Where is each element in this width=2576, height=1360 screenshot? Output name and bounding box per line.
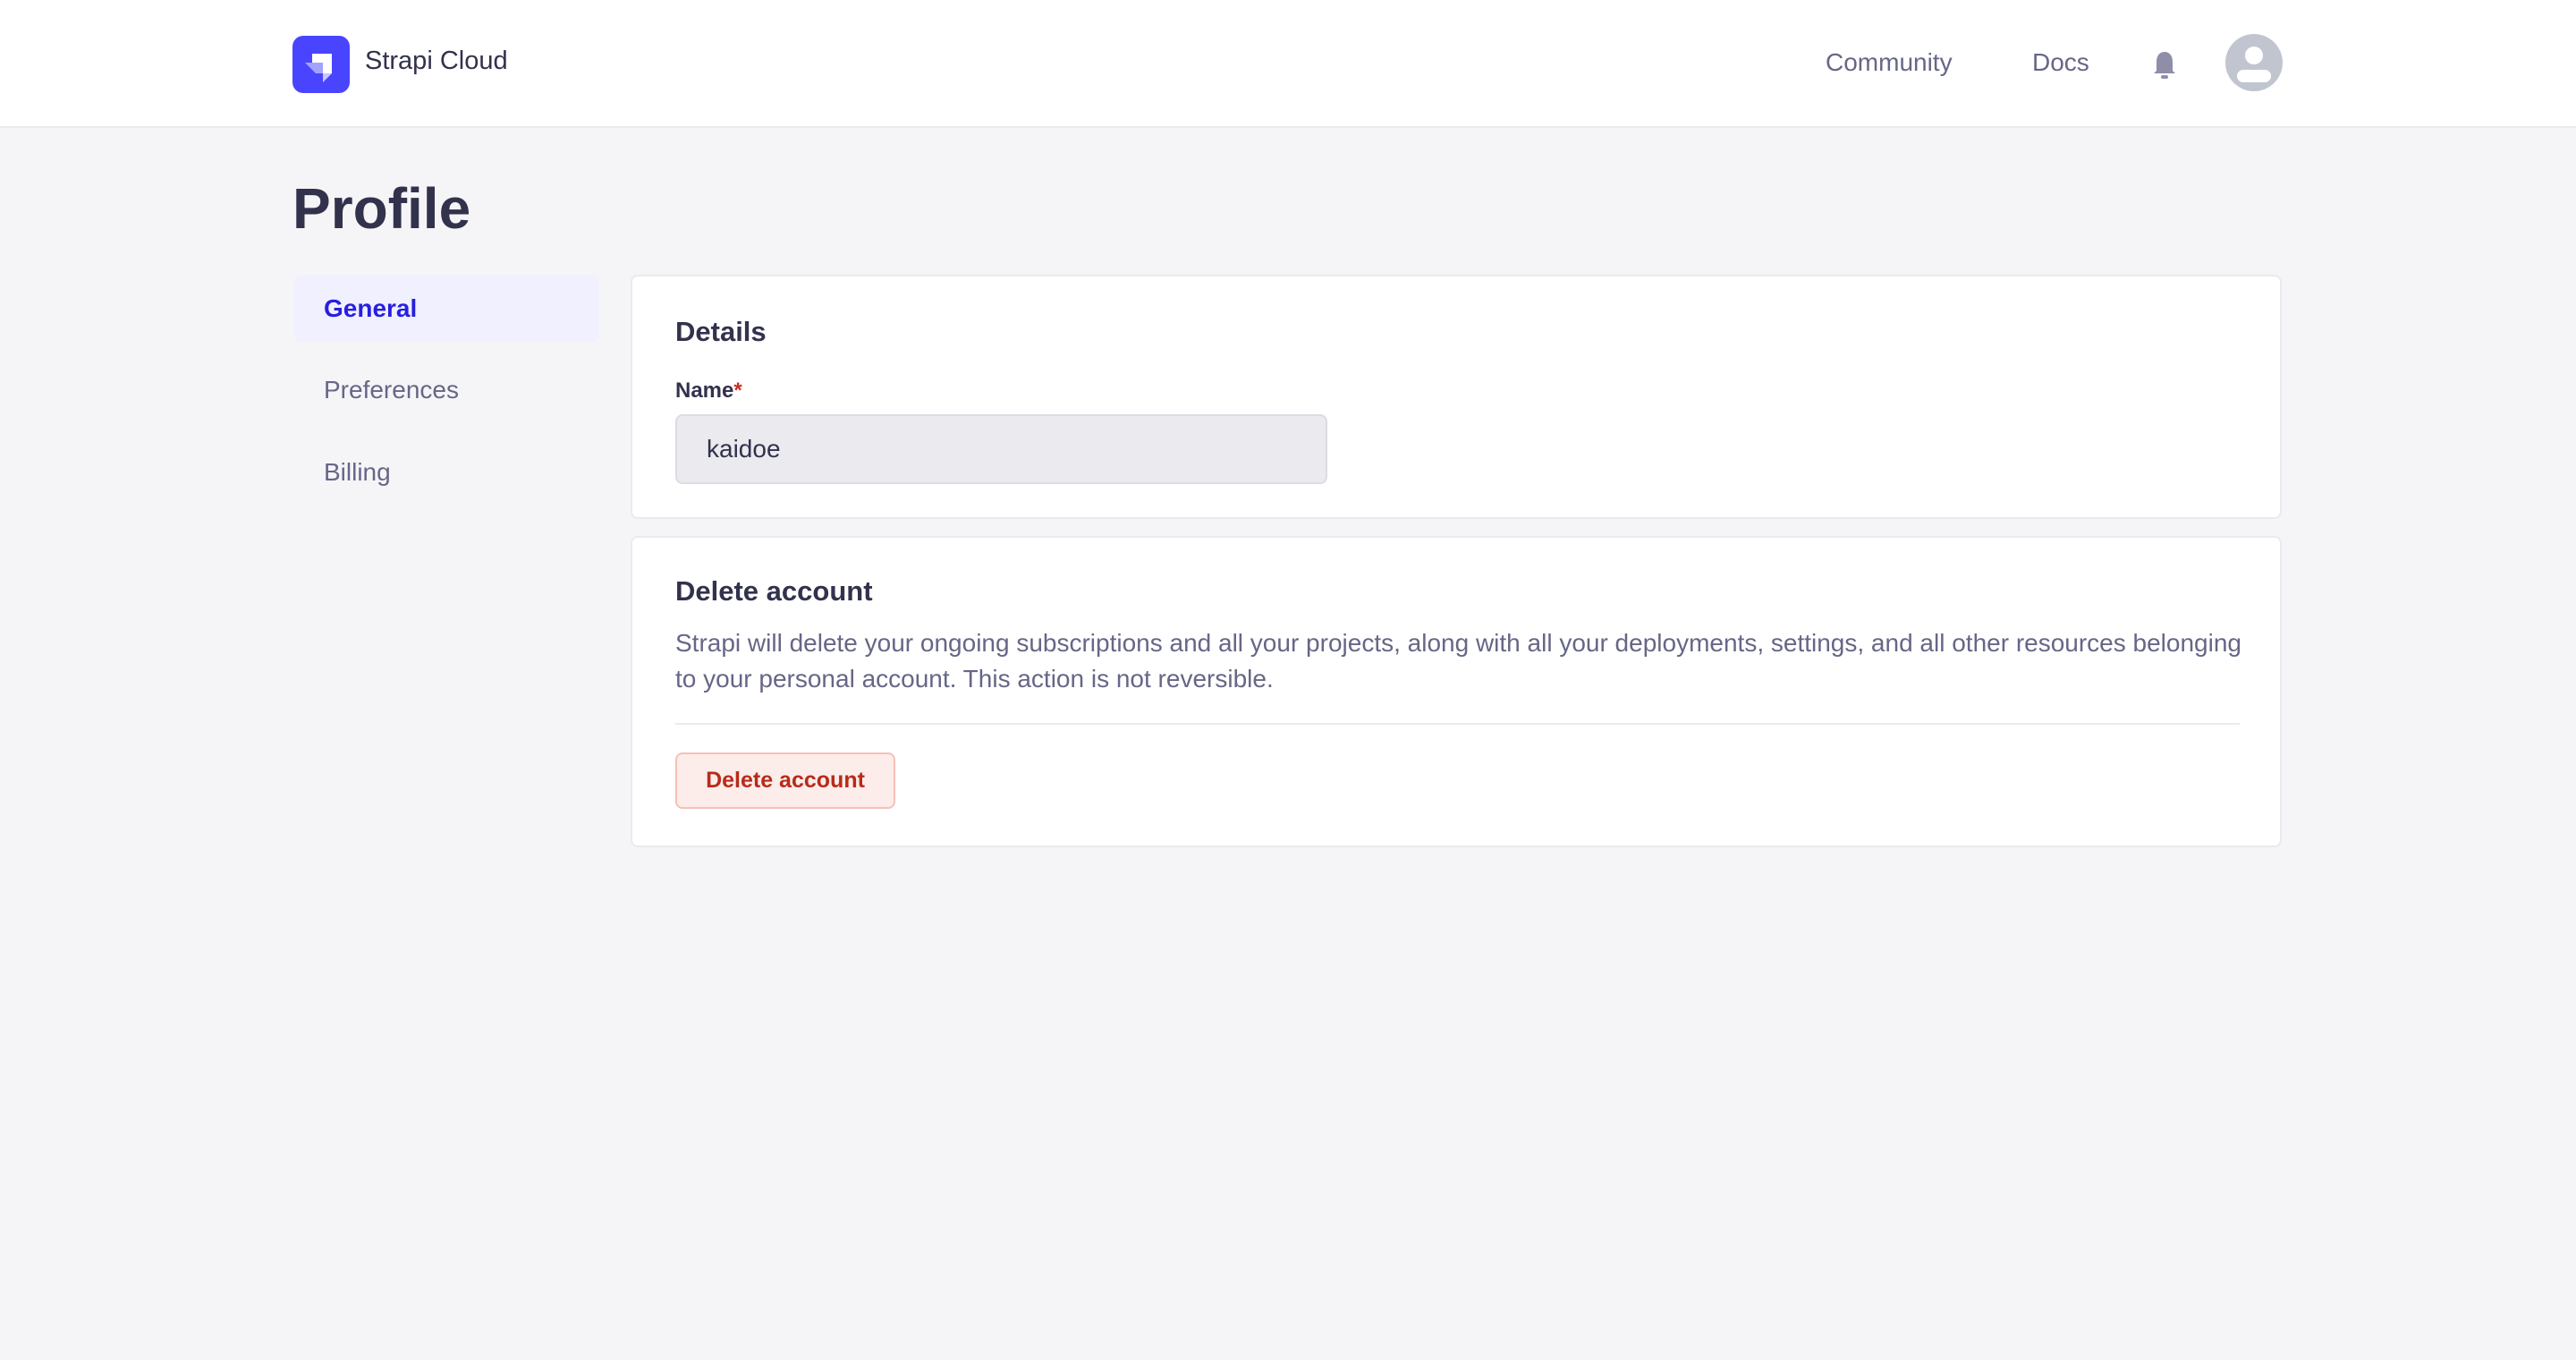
name-label: Name* — [675, 378, 742, 404]
bell-icon[interactable] — [2151, 50, 2178, 81]
delete-account-description: Strapi will delete your ongoing subscrip… — [675, 629, 2241, 693]
delete-account-button[interactable]: Delete account — [675, 752, 895, 809]
brand-name[interactable]: Strapi Cloud — [365, 47, 508, 76]
divider — [675, 723, 2240, 725]
community-link[interactable]: Community — [1826, 48, 1953, 77]
user-avatar[interactable] — [2225, 34, 2283, 91]
strapi-logo[interactable] — [292, 36, 350, 93]
sidebar-item-general[interactable]: General — [294, 275, 599, 342]
sidebar-item-preferences[interactable]: Preferences — [294, 356, 599, 423]
top-header: Strapi Cloud Community Docs — [0, 0, 2576, 128]
name-label-text: Name — [675, 378, 734, 403]
details-heading: Details — [675, 316, 767, 347]
page-title: Profile — [292, 176, 471, 241]
required-mark: * — [733, 378, 742, 403]
docs-link[interactable]: Docs — [2032, 48, 2089, 77]
delete-account-card: Delete account Strapi will delete your o… — [631, 536, 2282, 847]
delete-account-heading: Delete account — [675, 575, 873, 607]
sidebar-item-billing[interactable]: Billing — [294, 438, 599, 506]
name-input[interactable]: kaidoe — [675, 414, 1327, 484]
details-card: Details Name* kaidoe — [631, 275, 2282, 519]
